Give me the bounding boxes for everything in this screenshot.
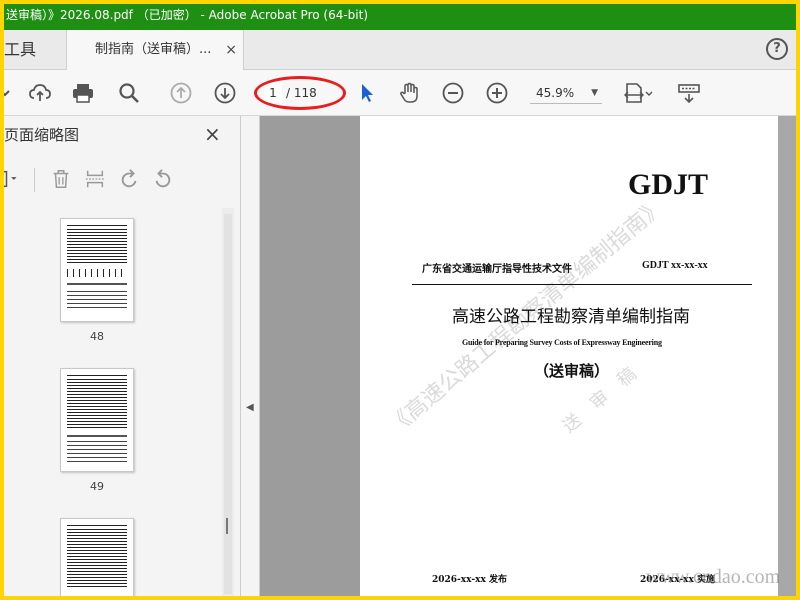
panel-toolbar bbox=[4, 162, 240, 198]
document-type: 广东省交通运输厅指导性技术文件 bbox=[422, 264, 572, 275]
tab-close-icon[interactable]: × bbox=[225, 30, 237, 70]
rotate-right-icon[interactable] bbox=[150, 166, 176, 192]
standard-code: GDJT bbox=[628, 168, 709, 201]
pdf-page: 《高速公路工程勘察清单编制指南》 送 审 稿 GDJT 广东省交通运输厅指导性技… bbox=[360, 116, 778, 596]
thumbnail-list: 48 49 bbox=[4, 208, 222, 596]
document-code: GDJT xx-xx-xx bbox=[642, 260, 708, 271]
zoom-select[interactable]: 45.9% ▼ bbox=[530, 82, 602, 104]
acrobat-window: 送审稿）》2026.08.pdf （已加密） - Adobe Acrobat P… bbox=[4, 4, 796, 596]
tab-tools[interactable]: 工具 bbox=[4, 30, 66, 70]
toolbar-divider bbox=[34, 168, 35, 192]
chevron-down-icon[interactable] bbox=[4, 80, 18, 106]
highlight-annotation bbox=[254, 76, 346, 110]
thumbnail-label: 48 bbox=[90, 330, 104, 343]
thumbnail-scrollbar[interactable] bbox=[222, 208, 234, 596]
collapse-panel-button[interactable]: ◀ bbox=[242, 116, 260, 596]
thumbnail-label: 49 bbox=[90, 480, 104, 493]
zoom-out-icon[interactable] bbox=[440, 80, 466, 106]
keyboard-icon[interactable] bbox=[676, 80, 702, 106]
page-thumbnails-panel: 页面缩略图 × 48 49 bbox=[4, 116, 241, 596]
site-watermark: www.cndao.com bbox=[646, 566, 781, 588]
next-page-icon[interactable] bbox=[212, 80, 238, 106]
trash-icon[interactable] bbox=[48, 166, 74, 192]
document-title-en: Guide for Preparing Survey Costs of Expr… bbox=[462, 338, 662, 347]
hand-tool-icon[interactable] bbox=[396, 80, 422, 106]
help-button[interactable]: ? bbox=[766, 38, 788, 60]
rotate-left-icon[interactable] bbox=[116, 166, 142, 192]
previous-page-icon[interactable] bbox=[168, 80, 194, 106]
page-fit-icon[interactable] bbox=[620, 80, 656, 106]
chevron-down-icon: ▼ bbox=[591, 88, 598, 98]
document-title-cn: 高速公路工程勘察清单编制指南 bbox=[452, 307, 690, 327]
page-thumbnail[interactable] bbox=[60, 218, 134, 322]
tab-document[interactable]: 制指南（送审稿）... × bbox=[66, 30, 244, 71]
options-menu-icon[interactable] bbox=[4, 166, 28, 192]
panel-title: 页面缩略图 bbox=[4, 126, 80, 144]
zoom-value: 45.9% bbox=[536, 86, 575, 100]
toolbar: 1 / 118 45.9% ▼ bbox=[4, 70, 796, 116]
tab-tools-label: 工具 bbox=[4, 40, 37, 59]
divider bbox=[412, 284, 752, 285]
page-thumbnail[interactable] bbox=[60, 518, 134, 596]
issue-date: 2026-xx-xx 发布 bbox=[432, 575, 507, 585]
window-title: 送审稿）》2026.08.pdf （已加密） - Adobe Acrobat P… bbox=[6, 8, 369, 22]
document-scrollbar[interactable] bbox=[778, 116, 796, 596]
insert-page-icon[interactable] bbox=[82, 166, 108, 192]
cloud-upload-icon[interactable] bbox=[27, 80, 53, 106]
search-icon[interactable] bbox=[116, 80, 142, 106]
chevron-left-icon: ◀ bbox=[246, 402, 254, 413]
document-view: ◀ 《高速公路工程勘察清单编制指南》 送 审 稿 GDJT 广东省交通运输厅指导… bbox=[242, 116, 796, 596]
panel-resize-handle[interactable] bbox=[226, 518, 228, 534]
tab-bar: 工具 制指南（送审稿）... × ? bbox=[4, 30, 796, 71]
page-thumbnail[interactable] bbox=[60, 368, 134, 472]
print-icon[interactable] bbox=[70, 80, 96, 106]
panel-close-icon[interactable]: × bbox=[204, 122, 221, 146]
draft-label: （送审稿） bbox=[534, 362, 610, 380]
select-cursor-icon[interactable] bbox=[354, 80, 380, 106]
tab-document-label: 制指南（送审稿）... bbox=[95, 42, 212, 57]
zoom-in-icon[interactable] bbox=[484, 80, 510, 106]
title-bar: 送审稿）》2026.08.pdf （已加密） - Adobe Acrobat P… bbox=[4, 4, 796, 30]
